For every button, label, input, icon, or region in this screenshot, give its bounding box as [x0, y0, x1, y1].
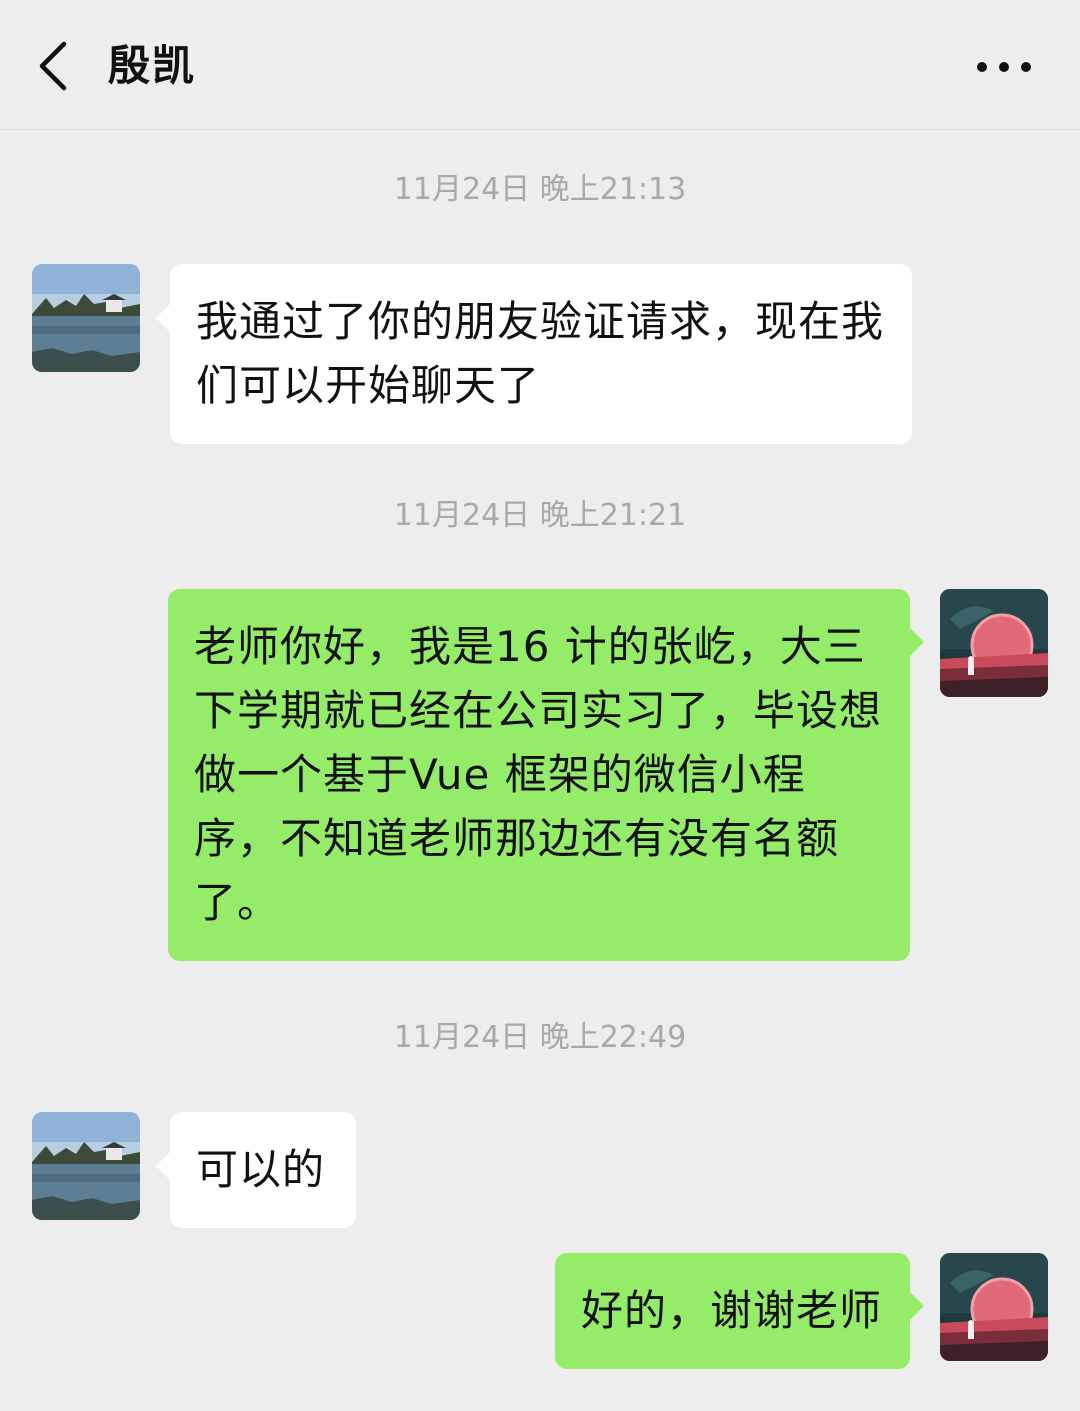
message-timestamp: 11月24日 晚上21:21 — [393, 498, 687, 533]
my-avatar[interactable] — [940, 589, 1048, 697]
chevron-left-icon[interactable] — [34, 40, 74, 92]
outgoing-message-bubble[interactable]: 好的，谢谢老师 — [555, 1253, 910, 1369]
my-avatar[interactable] — [940, 1253, 1048, 1361]
chat-title: 殷凯 — [108, 41, 197, 90]
bubble-tail — [156, 304, 170, 332]
bubble-tail — [156, 1152, 170, 1180]
outgoing-message-bubble[interactable]: 老师你好，我是16 计的张屹，大三下学期就已经在公司实习了，毕设想做一个基于Vu… — [168, 589, 910, 961]
incoming-message-bubble[interactable]: 我通过了你的朋友验证请求，现在我们可以开始聊天了 — [170, 264, 912, 444]
contact-avatar[interactable] — [32, 264, 140, 372]
message-timestamp: 11月24日 晚上22:49 — [393, 1020, 687, 1055]
message-timestamp: 11月24日 晚上21:13 — [393, 172, 687, 207]
bubble-tail — [910, 1292, 924, 1320]
contact-avatar[interactable] — [32, 1112, 140, 1220]
more-dots-icon[interactable] — [972, 52, 1036, 82]
incoming-message-bubble[interactable]: 可以的 — [170, 1112, 356, 1228]
chat-header: 殷凯 — [0, 0, 1080, 130]
bubble-tail — [910, 628, 924, 656]
